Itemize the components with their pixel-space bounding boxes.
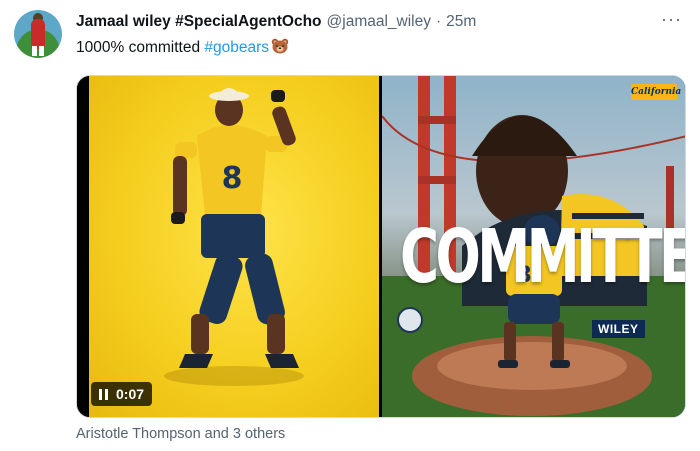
pause-icon	[99, 388, 108, 400]
avatar-leg	[39, 46, 44, 56]
tweet-header: Jamaal wiley #SpecialAgentOcho @jamaal_w…	[76, 13, 476, 31]
user-handle[interactable]: @jamaal_wiley	[327, 13, 431, 31]
video-time: 0:07	[116, 386, 145, 402]
more-options-icon[interactable]: ···	[661, 9, 682, 30]
player-name-tag: WILEY	[592, 320, 645, 338]
video-pause-button[interactable]: 0:07	[91, 382, 153, 406]
display-name[interactable]: Jamaal wiley #SpecialAgentOcho	[76, 13, 322, 31]
avatar-figure	[31, 19, 45, 49]
hashtag-link[interactable]: #gobears	[204, 39, 269, 56]
tweet-text-body: 1000% committed	[76, 39, 205, 56]
timestamp[interactable]: 25m	[446, 13, 476, 31]
media-grid[interactable]: 8 0:07 8 California COMMITT WILEY	[76, 75, 686, 418]
liked-by-line[interactable]: Aristotle Thompson and 3 others	[76, 426, 285, 442]
tweet-text: 1000% committed #gobears	[76, 38, 289, 57]
video-player[interactable]: 8 0:07	[77, 76, 379, 417]
california-logo: California	[631, 84, 681, 100]
bear-face-emoji-icon	[271, 38, 289, 54]
separator-dot: ·	[436, 13, 442, 30]
committed-headline: COMMITTED	[400, 214, 685, 300]
commitment-graphic-image[interactable]: 8 California COMMITTED WILEY	[382, 76, 685, 417]
svg-text:8: 8	[222, 161, 243, 196]
football-player-video-frame: 8	[164, 88, 304, 386]
avatar[interactable]	[14, 10, 62, 58]
avatar-leg	[32, 46, 37, 56]
